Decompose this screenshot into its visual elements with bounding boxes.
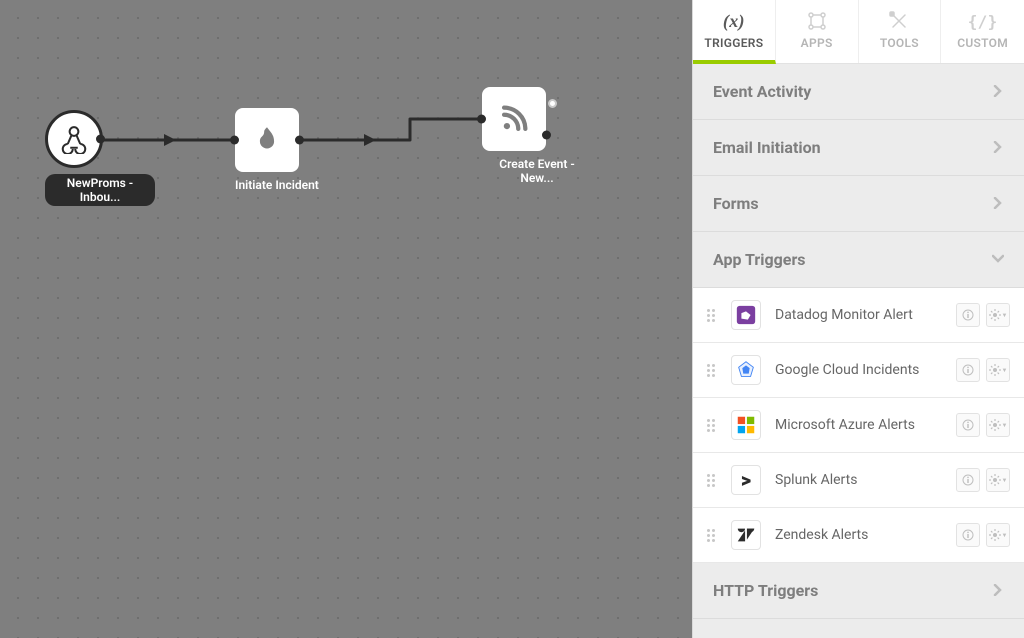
- category-label: App Triggers: [713, 250, 806, 269]
- rss-icon: [497, 102, 531, 136]
- node-event-label: Create Event - New...: [482, 157, 592, 185]
- trigger-row-azure[interactable]: Microsoft Azure Alerts ▼: [693, 398, 1024, 453]
- info-button[interactable]: [956, 523, 980, 547]
- trigger-label: Splunk Alerts: [775, 472, 942, 488]
- row-actions: ▼: [956, 413, 1010, 437]
- node-trigger-shape: [45, 110, 103, 168]
- drag-handle-icon[interactable]: [707, 364, 717, 377]
- trigger-label: Google Cloud Incidents: [775, 362, 942, 378]
- category-label: Email Initiation: [713, 138, 821, 157]
- tab-label: CUSTOM: [941, 36, 1024, 50]
- settings-button[interactable]: ▼: [986, 303, 1010, 327]
- tab-label: TRIGGERS: [693, 36, 775, 50]
- sidebar: (x) TRIGGERS APPS TOOLS {/} CUSTOM E: [692, 0, 1024, 638]
- tab-tools[interactable]: TOOLS: [859, 0, 942, 63]
- drag-handle-icon[interactable]: [707, 419, 717, 432]
- settings-button[interactable]: ▼: [986, 523, 1010, 547]
- chevron-right-icon: [992, 194, 1004, 213]
- trigger-row-zendesk[interactable]: Zendesk Alerts ▼: [693, 508, 1024, 563]
- tab-triggers[interactable]: (x) TRIGGERS: [693, 0, 776, 64]
- settings-button[interactable]: ▼: [986, 413, 1010, 437]
- splunk-icon: >: [731, 465, 761, 495]
- chevron-right-icon: [992, 581, 1004, 600]
- row-actions: ▼: [956, 303, 1010, 327]
- trigger-row-splunk[interactable]: > Splunk Alerts ▼: [693, 453, 1024, 508]
- node-event-shape: [482, 87, 546, 151]
- chevron-right-icon: [992, 138, 1004, 157]
- category-email-initiation[interactable]: Email Initiation: [693, 120, 1024, 176]
- category-event-activity[interactable]: Event Activity: [693, 64, 1024, 120]
- node-incident-shape: [235, 108, 299, 172]
- port-out-hollow[interactable]: [548, 99, 557, 108]
- settings-button[interactable]: ▼: [986, 468, 1010, 492]
- chevron-down-icon: [992, 250, 1004, 269]
- info-button[interactable]: [956, 303, 980, 327]
- flow-canvas[interactable]: NewProms - Inbou... Initiate Incident: [0, 0, 692, 638]
- drag-handle-icon[interactable]: [707, 529, 717, 542]
- datadog-icon: [731, 300, 761, 330]
- row-actions: ▼: [956, 468, 1010, 492]
- settings-button[interactable]: ▼: [986, 358, 1010, 382]
- node-event[interactable]: Create Event - New...: [482, 87, 592, 185]
- category-label: HTTP Triggers: [713, 581, 818, 600]
- info-button[interactable]: [956, 468, 980, 492]
- category-forms[interactable]: Forms: [693, 176, 1024, 232]
- webhook-icon: [59, 124, 89, 154]
- port-out[interactable]: [96, 135, 105, 144]
- node-incident-label: Initiate Incident: [235, 178, 319, 192]
- apps-icon: [776, 10, 858, 32]
- tab-custom[interactable]: {/} CUSTOM: [941, 0, 1024, 63]
- category-label: Event Activity: [713, 82, 811, 101]
- code-icon: {/}: [941, 10, 1024, 32]
- category-app-triggers[interactable]: App Triggers: [693, 232, 1024, 288]
- tab-apps[interactable]: APPS: [776, 0, 859, 63]
- row-actions: ▼: [956, 358, 1010, 382]
- port-out[interactable]: [542, 131, 551, 140]
- zendesk-icon: [731, 520, 761, 550]
- info-button[interactable]: [956, 358, 980, 382]
- trigger-label: Zendesk Alerts: [775, 527, 942, 543]
- azure-icon: [731, 410, 761, 440]
- node-trigger[interactable]: NewProms - Inbou...: [45, 110, 155, 206]
- drag-handle-icon[interactable]: [707, 474, 717, 487]
- sidebar-tabs: (x) TRIGGERS APPS TOOLS {/} CUSTOM: [693, 0, 1024, 64]
- variable-icon: (x): [693, 10, 775, 32]
- gcloud-icon: [731, 355, 761, 385]
- node-trigger-label: NewProms - Inbou...: [45, 174, 155, 206]
- drag-handle-icon[interactable]: [707, 309, 717, 322]
- app-root: NewProms - Inbou... Initiate Incident: [0, 0, 1024, 638]
- tab-label: TOOLS: [859, 36, 941, 50]
- fire-icon: [250, 123, 284, 157]
- port-in[interactable]: [230, 136, 239, 145]
- category-label: Forms: [713, 194, 759, 213]
- port-in[interactable]: [477, 115, 486, 124]
- tools-icon: [859, 10, 941, 32]
- chevron-right-icon: [992, 82, 1004, 101]
- category-http-triggers[interactable]: HTTP Triggers: [693, 563, 1024, 619]
- trigger-row-datadog[interactable]: Datadog Monitor Alert ▼: [693, 288, 1024, 343]
- trigger-label: Microsoft Azure Alerts: [775, 417, 942, 433]
- tab-label: APPS: [776, 36, 858, 50]
- trigger-label: Datadog Monitor Alert: [775, 307, 942, 323]
- port-out[interactable]: [295, 136, 304, 145]
- row-actions: ▼: [956, 523, 1010, 547]
- info-button[interactable]: [956, 413, 980, 437]
- node-incident[interactable]: Initiate Incident: [235, 108, 319, 192]
- trigger-row-gcloud[interactable]: Google Cloud Incidents ▼: [693, 343, 1024, 398]
